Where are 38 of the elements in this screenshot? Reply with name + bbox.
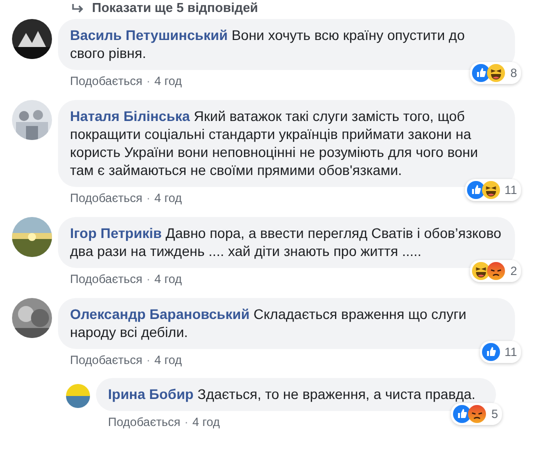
more-replies-link[interactable]: Показати ще 5 відповідей bbox=[92, 0, 258, 16]
like-link[interactable]: Подобається bbox=[70, 352, 142, 368]
like-icon bbox=[482, 343, 500, 361]
angry-face-icon bbox=[487, 262, 506, 280]
reactions-badge[interactable]: 5 bbox=[451, 403, 502, 425]
comment-text: Василь Петушинський Вони хочуть всю країну опустити до свого рівня. bbox=[70, 27, 465, 61]
comment-text: Ірина Бобир Здається, то не враження, а чиста правда. bbox=[108, 386, 476, 402]
separator-dot: · bbox=[146, 190, 150, 206]
reactions-badge[interactable]: 11 bbox=[480, 341, 521, 363]
separator-dot: · bbox=[146, 73, 150, 89]
comment-text: Ігор Петриків Давно пора, а ввести перегляд Сватів і обов’язково два рази на тиждень .... хай діти знають про життя ..... bbox=[70, 225, 502, 259]
reactions-badge[interactable]: 2 bbox=[470, 260, 521, 282]
timestamp: 4 год bbox=[154, 271, 182, 287]
reaction-count: 11 bbox=[504, 344, 517, 361]
comment-text: Олександр Барановський Складається враження що слуги народу всі дебіли. bbox=[70, 306, 466, 340]
like-link[interactable]: Подобається bbox=[70, 73, 142, 89]
separator-dot: · bbox=[184, 414, 188, 430]
reactions-badge[interactable]: 11 bbox=[464, 179, 521, 201]
reaction-count: 2 bbox=[510, 263, 517, 280]
reaction-count: 5 bbox=[491, 406, 498, 423]
like-link[interactable]: Подобається bbox=[108, 414, 180, 430]
separator-dot: · bbox=[146, 271, 150, 287]
timestamp: 4 год bbox=[154, 352, 182, 368]
timestamp: 4 год bbox=[154, 190, 182, 206]
laughing-face-icon bbox=[487, 64, 506, 82]
comment-text: Наталя Білінська Який ватажок такі слуги замість того, щоб покращити соціальні стандарти українців приймати закони на користь України вони неповноцінні не розуміють для чого вони там є займаються не своїми прямими обов'язками. bbox=[70, 108, 478, 178]
reply-arrow-icon bbox=[72, 3, 86, 13]
like-icon bbox=[466, 181, 485, 199]
angry-face-icon bbox=[468, 405, 486, 423]
separator-dot: · bbox=[146, 352, 150, 368]
like-link[interactable]: Подобається bbox=[70, 271, 142, 287]
reaction-count: 8 bbox=[510, 65, 517, 82]
reaction-count: 11 bbox=[504, 182, 517, 199]
timestamp: 4 год bbox=[192, 414, 220, 430]
laughing-face-icon bbox=[482, 181, 500, 199]
like-link[interactable]: Подобається bbox=[70, 190, 142, 206]
timestamp: 4 год bbox=[154, 73, 182, 89]
reactions-badge[interactable]: 8 bbox=[470, 62, 521, 84]
